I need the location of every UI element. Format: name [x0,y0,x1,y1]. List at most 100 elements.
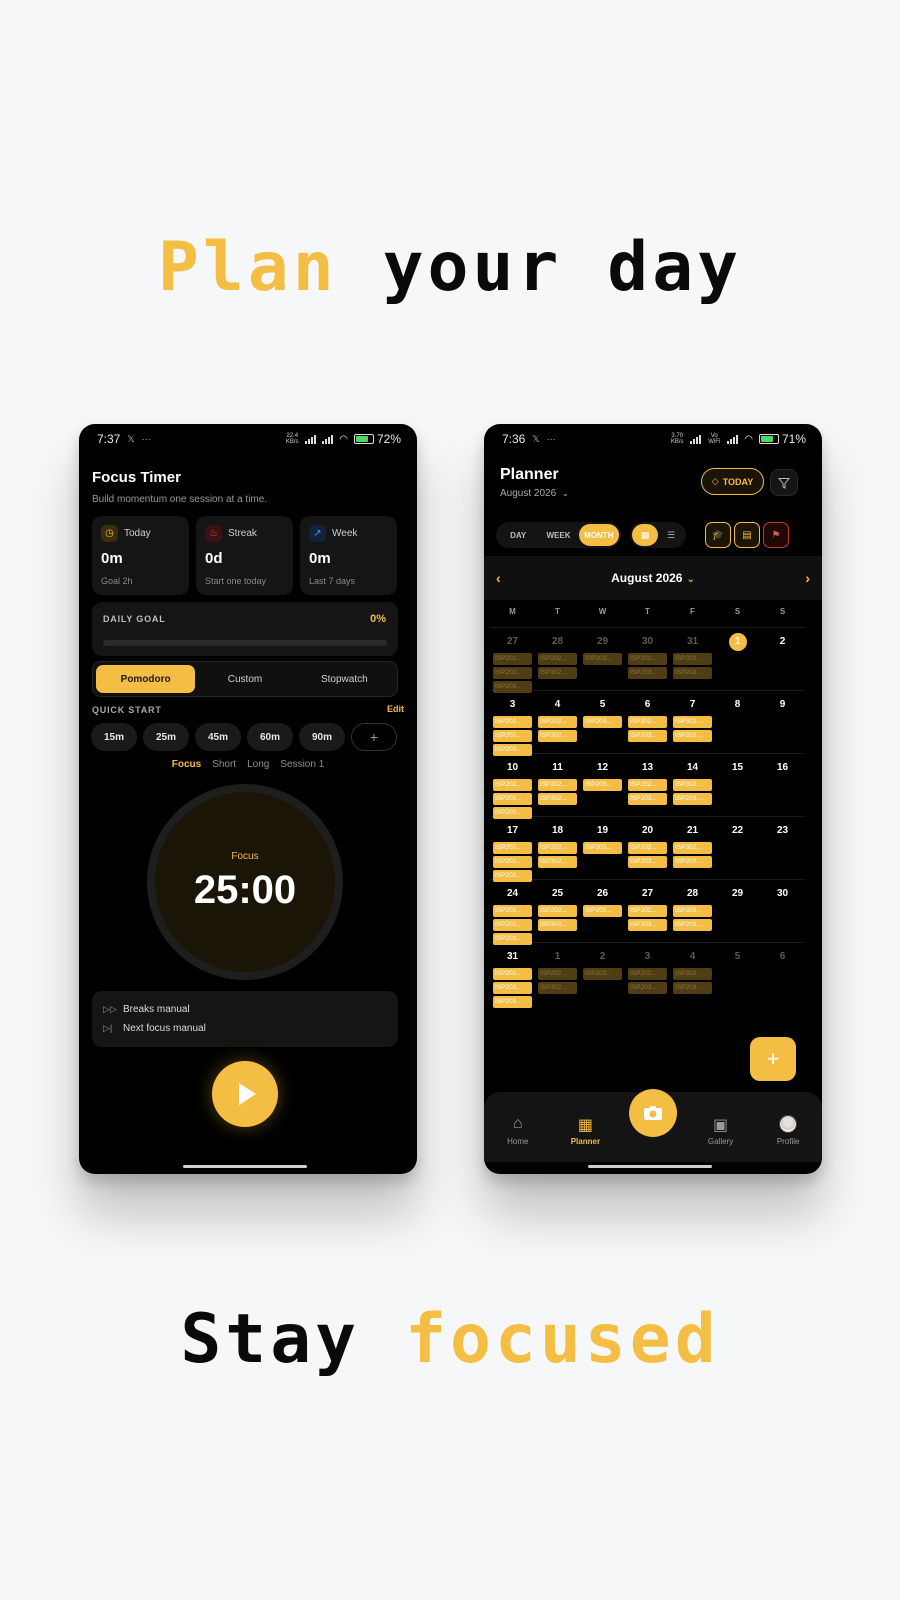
day-cell[interactable]: 28 ISP302... ISP203... [670,880,715,942]
day-cell-today[interactable]: 1 [715,628,760,690]
day-cell[interactable]: 28 ISP202... ISP302... [535,628,580,690]
day-cell[interactable]: 19 ISP203... [580,817,625,879]
day-cell[interactable]: 26 ISP203... [580,880,625,942]
event-chip[interactable]: ISP302... [538,982,577,994]
mode-custom-button[interactable]: Custom [195,665,294,693]
day-cell[interactable]: 6 ISP202... ISP203... [625,691,670,753]
next-month-button[interactable]: › [805,570,810,586]
day-cell[interactable]: 11 ISP202... ISP302... [535,754,580,816]
day-cell[interactable]: 31 ISP302... ISP203... [670,628,715,690]
day-cell[interactable]: 23 [760,817,805,879]
day-cell[interactable]: 29 [715,880,760,942]
event-chip[interactable]: ISP302... [673,968,712,980]
event-chip[interactable]: ISP203... [673,856,712,868]
event-chip[interactable]: ISP203... [628,793,667,805]
camera-button[interactable] [628,1089,677,1137]
day-cell[interactable]: 22 [715,817,760,879]
day-cell[interactable]: 2 [760,628,805,690]
view-day-button[interactable]: DAY [498,524,538,546]
event-chip[interactable]: ISP202... [493,793,532,805]
event-chip[interactable]: ISP202... [628,842,667,854]
event-chip[interactable]: ISP203... [583,716,622,728]
start-timer-button[interactable] [212,1061,278,1127]
event-chip[interactable]: ISP202... [493,730,532,742]
stat-card-week[interactable]: ↗ Week 0m Last 7 days [300,516,397,595]
nav-home[interactable]: ⌂ Home [490,1115,546,1146]
nav-gallery[interactable]: ▣ Gallery [693,1115,749,1146]
quick-start-edit-button[interactable]: Edit [387,704,404,714]
day-cell[interactable]: 1 ISP202... ISP302... [535,943,580,1005]
add-event-button[interactable]: + [750,1037,796,1081]
event-chip[interactable]: ISP203... [628,919,667,931]
schedule-button[interactable]: ▤ [734,522,760,548]
day-cell[interactable]: 17 ISP202... ISP202... ISP203... [490,817,535,882]
view-month-button[interactable]: MONTH [578,524,619,546]
day-cell[interactable]: 5 [715,943,760,1005]
event-chip[interactable]: ISP202... [493,968,532,980]
home-indicator[interactable] [588,1165,712,1168]
day-cell[interactable]: 6 [760,943,805,1005]
event-chip[interactable]: ISP203... [628,667,667,679]
event-chip[interactable]: ISP202... [493,919,532,931]
stat-card-streak[interactable]: ♨ Streak 0d Start one today [196,516,293,595]
deadlines-button[interactable]: ⚑ [763,522,789,548]
event-chip[interactable]: ISP202... [493,982,532,994]
preset-15m-button[interactable]: 15m [91,723,137,751]
event-chip[interactable]: ISP202... [628,779,667,791]
event-chip[interactable]: ISP202... [628,716,667,728]
add-preset-button[interactable]: + [351,723,397,751]
nav-profile[interactable]: Profile [760,1114,816,1146]
preset-90m-button[interactable]: 90m [299,723,345,751]
day-cell[interactable]: 8 [715,691,760,753]
nav-planner[interactable]: ▦ Planner [557,1115,613,1146]
event-chip[interactable]: ISP302... [673,842,712,854]
preset-60m-button[interactable]: 60m [247,723,293,751]
courses-button[interactable]: 🎓 [705,522,731,548]
event-chip[interactable]: ISP203... [628,982,667,994]
event-chip[interactable]: ISP302... [673,653,712,665]
event-chip[interactable]: ISP302... [538,793,577,805]
day-cell[interactable]: 3 ISP202... ISP203... [625,943,670,1005]
event-chip[interactable]: ISP203... [583,968,622,980]
event-chip[interactable]: ISP203... [673,982,712,994]
next-focus-manual-row[interactable]: ▷| Next focus manual [103,1019,387,1038]
event-chip[interactable]: ISP202... [538,653,577,665]
event-chip[interactable]: ISP302... [538,919,577,931]
day-cell[interactable]: 14 ISP302... ISP203... [670,754,715,816]
event-chip[interactable]: ISP202... [493,653,532,665]
event-chip[interactable]: ISP203... [628,856,667,868]
event-chip[interactable]: ISP203... [583,779,622,791]
mode-stopwatch-button[interactable]: Stopwatch [295,665,394,693]
event-chip[interactable]: ISP203... [493,996,532,1008]
event-chip[interactable]: ISP302... [538,856,577,868]
event-chip[interactable]: ISP302... [538,730,577,742]
day-cell[interactable]: 2 ISP203... [580,943,625,1005]
day-cell[interactable]: 15 [715,754,760,816]
nav-camera[interactable] [625,1089,681,1137]
event-chip[interactable]: ISP202... [628,653,667,665]
day-cell[interactable]: 20 ISP202... ISP203... [625,817,670,879]
home-indicator[interactable] [183,1165,307,1168]
event-chip[interactable]: ISP203... [583,842,622,854]
event-chip[interactable]: ISP202... [493,667,532,679]
prev-month-button[interactable]: ‹ [496,570,501,586]
day-cell[interactable]: 27 ISP202... ISP203... [625,880,670,942]
day-cell[interactable]: 12 ISP203... [580,754,625,816]
event-chip[interactable]: ISP202... [493,716,532,728]
day-cell[interactable]: 25 ISP202... ISP302... [535,880,580,942]
event-chip[interactable]: ISP202... [538,905,577,917]
day-cell[interactable]: 4 ISP302... ISP203... [670,943,715,1005]
event-chip[interactable]: ISP202... [538,716,577,728]
grid-view-button[interactable]: ▦ [632,524,658,546]
event-chip[interactable]: ISP203... [673,793,712,805]
stat-card-today[interactable]: ◷ Today 0m Goal 2h [92,516,189,595]
list-view-button[interactable]: ☰ [658,524,684,546]
month-picker[interactable]: August 2026 ⌄ [500,488,569,499]
day-cell[interactable]: 4 ISP202... ISP302... [535,691,580,753]
event-chip[interactable]: ISP202... [493,779,532,791]
preset-25m-button[interactable]: 25m [143,723,189,751]
today-button[interactable]: ◇ TODAY [701,468,764,495]
event-chip[interactable]: ISP203... [673,919,712,931]
mode-pomodoro-button[interactable]: Pomodoro [96,665,196,693]
day-cell[interactable]: 13 ISP202... ISP203... [625,754,670,816]
